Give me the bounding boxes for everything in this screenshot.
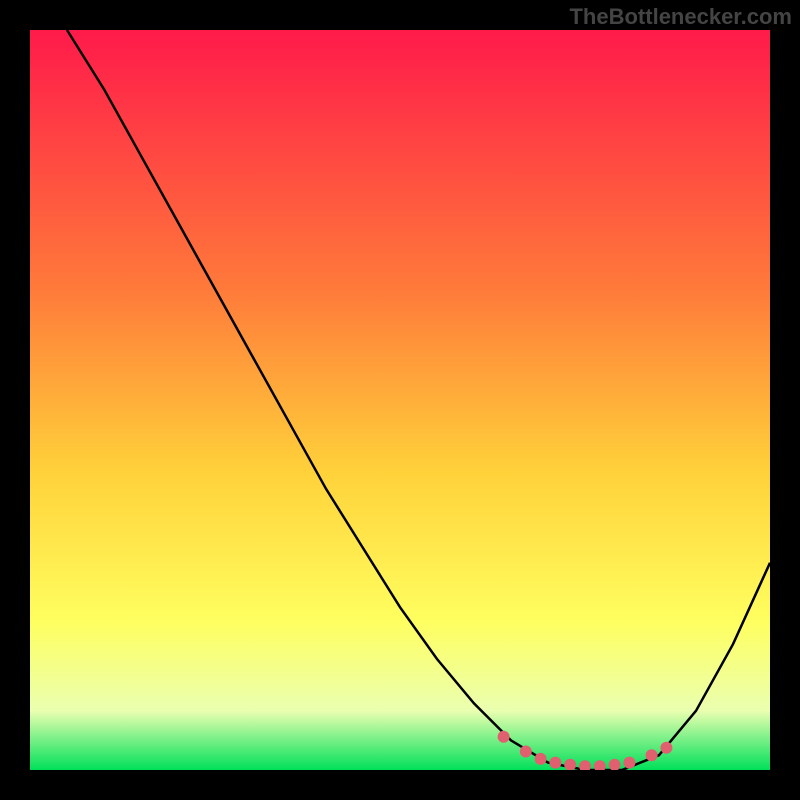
marker-dot [549,757,561,769]
plot-area [30,30,770,770]
marker-dot [660,742,672,754]
marker-dot [535,753,547,765]
chart-svg [30,30,770,770]
watermark-text: TheBottlenecker.com [569,4,792,30]
marker-dot [646,749,658,761]
chart-container: TheBottlenecker.com [0,0,800,800]
marker-dot [520,746,532,758]
marker-dot [623,757,635,769]
marker-dot [498,731,510,743]
gradient-bg [30,30,770,770]
